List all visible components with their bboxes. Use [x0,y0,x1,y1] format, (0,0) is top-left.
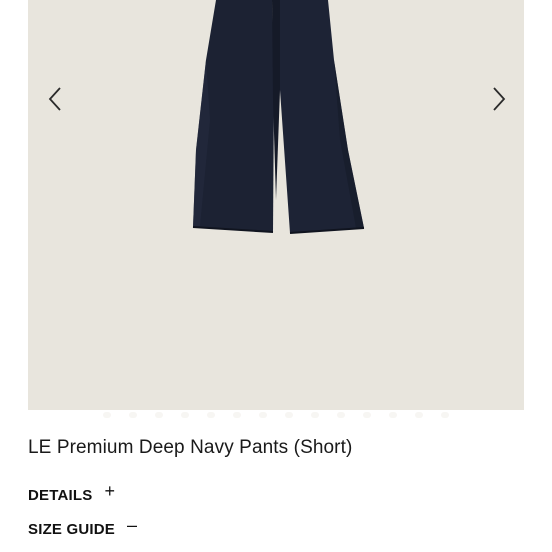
product-title: LE Premium Deep Navy Pants (Short) [28,437,353,458]
next-image-button[interactable] [482,82,516,116]
size-guide-label: SIZE GUIDE [28,520,116,538]
pagination-dot[interactable] [337,412,345,418]
details-accordion-toggle[interactable]: DETAILS + [28,482,115,504]
product-image-gallery[interactable] [28,0,524,410]
image-pagination-dots [28,412,524,426]
product-image [192,0,365,234]
pagination-dot[interactable] [415,412,423,418]
pagination-dot[interactable] [441,412,449,418]
details-label: DETAILS [28,486,93,504]
pagination-dot[interactable] [389,412,397,418]
pagination-dot[interactable] [311,412,319,418]
pagination-dot[interactable] [207,412,215,418]
pagination-dot[interactable] [285,412,293,418]
chevron-right-icon [493,87,506,111]
previous-image-button[interactable] [38,82,72,116]
pagination-dot[interactable] [181,412,189,418]
size-guide-accordion-toggle[interactable]: SIZE GUIDE – [28,516,137,538]
pagination-dot[interactable] [129,412,137,418]
pagination-dot[interactable] [103,412,111,418]
pagination-dot[interactable] [155,412,163,418]
pagination-dot[interactable] [259,412,267,418]
plus-icon: + [104,481,115,501]
product-page: LE Premium Deep Navy Pants (Short) DETAI… [0,0,552,552]
minus-icon: – [127,515,138,535]
chevron-left-icon [48,87,61,111]
pagination-dot[interactable] [363,412,371,418]
pagination-dot[interactable] [233,412,241,418]
